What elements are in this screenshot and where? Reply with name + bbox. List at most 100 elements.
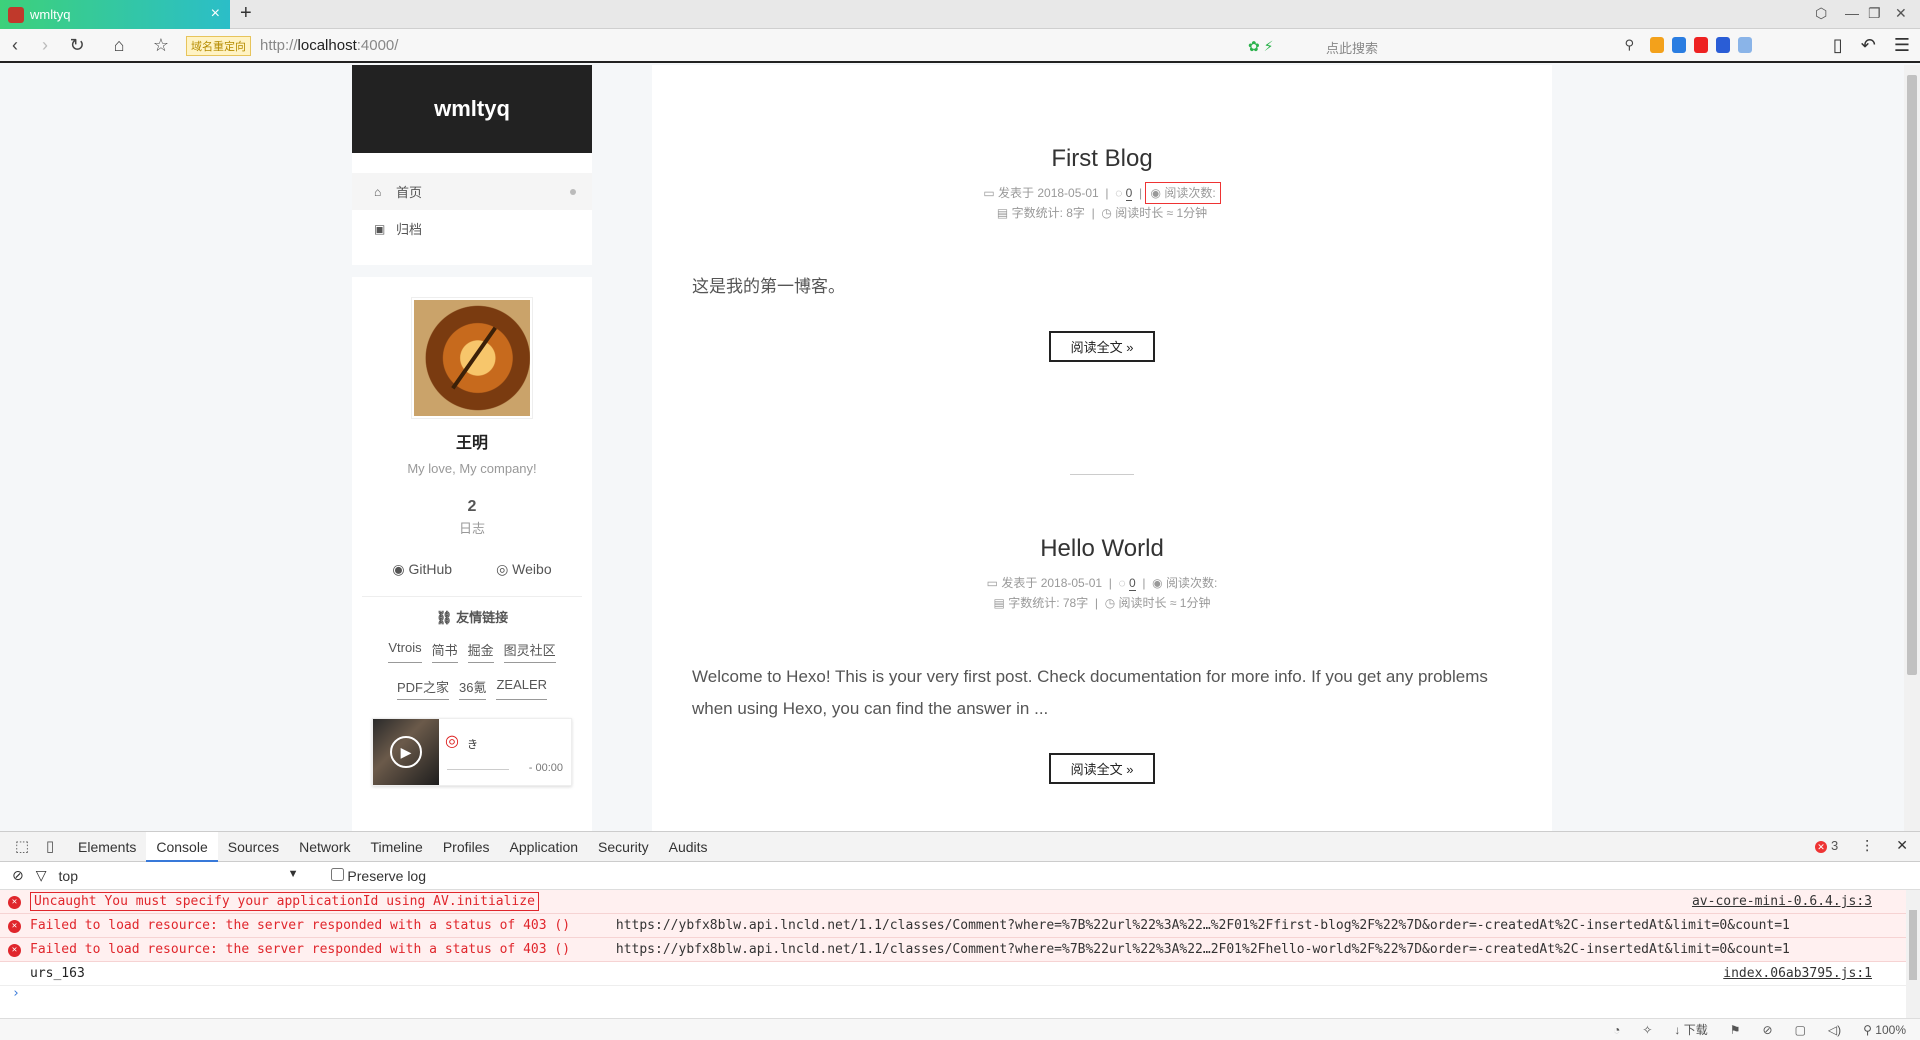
devtools-close-icon[interactable]: ✕ — [1896, 837, 1908, 854]
context-value: top — [58, 867, 78, 884]
tab-sources[interactable]: Sources — [218, 832, 289, 862]
bookmark-star-icon[interactable]: ☆ — [150, 35, 172, 56]
tab-elements[interactable]: Elements — [68, 832, 146, 862]
preserve-log-checkbox[interactable] — [330, 867, 344, 881]
resource-url[interactable]: https://ybfx8blw.api.lncld.net/1.1/class… — [616, 942, 1790, 957]
author-motto: My love, My company! — [407, 461, 537, 476]
menu-item-archive[interactable]: ▣ 归档 — [352, 210, 592, 247]
undo-icon[interactable]: ↶ — [1861, 35, 1876, 56]
blogroll-link[interactable]: Vtrois — [388, 640, 422, 663]
speed-icon[interactable]: ✿ ⚡ — [1248, 38, 1273, 55]
download-button[interactable]: ↓ 下载 — [1674, 1021, 1707, 1038]
site-brand[interactable]: wmltyq — [352, 65, 592, 153]
page-scrollbar[interactable] — [1904, 65, 1920, 831]
blogroll-link[interactable]: 掘金 — [467, 640, 494, 663]
error-counter[interactable]: ✕ 3 — [1815, 838, 1838, 853]
blogroll-link[interactable]: PDF之家 — [396, 677, 449, 700]
post-title[interactable]: First Blog — [652, 145, 1552, 173]
window-close-icon[interactable]: ✕ — [1895, 5, 1907, 22]
tab-profiles[interactable]: Profiles — [433, 832, 500, 862]
console-scrollbar[interactable] — [1906, 890, 1920, 1020]
blogroll-row: PDF之家 36氪 ZEALER — [352, 677, 592, 700]
preserve-log-toggle[interactable]: Preserve log — [311, 867, 426, 884]
url-field[interactable]: http://localhost:4000/ — [260, 37, 398, 54]
status-icon[interactable]: ▢ — [1795, 1023, 1806, 1037]
browser-tab[interactable]: wmltyq × — [0, 0, 230, 29]
reload-icon[interactable]: ↻ — [66, 35, 88, 56]
search-input[interactable]: 点此搜索 ⚲ — [1300, 34, 1640, 58]
play-icon[interactable]: ▶ — [390, 736, 422, 768]
console-prompt[interactable]: › — [0, 986, 1920, 1006]
scrollbar-thumb[interactable] — [1909, 910, 1917, 980]
github-link[interactable]: ◉ GitHub — [392, 561, 452, 578]
menu-item-home[interactable]: ⌂ 首页 — [352, 173, 592, 210]
device-toggle-icon[interactable]: ▯ — [40, 837, 60, 857]
inspect-icon[interactable]: ⬚ — [12, 837, 32, 857]
restore-icon[interactable]: ❐ — [1868, 5, 1881, 22]
tab-audits[interactable]: Audits — [659, 832, 718, 862]
tab-application[interactable]: Application — [500, 832, 589, 862]
blogroll-link[interactable]: 图灵社区 — [503, 640, 556, 663]
comment-count[interactable]: 0 — [1125, 186, 1133, 201]
zoom-control[interactable]: ⚲ 100% — [1863, 1023, 1906, 1037]
clock-icon: ◷ — [1101, 206, 1112, 220]
tab-security[interactable]: Security — [588, 832, 659, 862]
blogroll-link[interactable]: ZEALER — [496, 677, 548, 700]
progress-bar[interactable] — [447, 769, 509, 770]
tab-console[interactable]: Console — [146, 831, 218, 862]
read-more-button[interactable]: 阅读全文 » — [1048, 753, 1156, 784]
clear-console-icon[interactable]: ⊘ — [12, 867, 24, 884]
blogroll-link[interactable]: 36氪 — [458, 677, 487, 700]
skin-icon[interactable]: ⬡ — [1815, 5, 1827, 22]
menu-icon[interactable]: ☰ — [1894, 35, 1910, 56]
console-toolbar: ⊘ ▽ top ▼ Preserve log — [0, 862, 1920, 890]
status-icon[interactable]: ✧ — [1642, 1023, 1652, 1037]
resource-url[interactable]: https://ybfx8blw.api.lncld.net/1.1/class… — [616, 918, 1790, 933]
context-select[interactable]: top ▼ — [59, 868, 299, 884]
read-more-button[interactable]: 阅读全文 » — [1048, 331, 1156, 362]
extension-icon[interactable] — [1738, 37, 1752, 53]
views-label: 阅读次数: — [1165, 576, 1218, 590]
search-icon[interactable]: ⚲ — [1624, 37, 1634, 53]
apps-icon[interactable] — [1650, 37, 1664, 53]
extension-icon[interactable] — [1716, 37, 1730, 53]
home-icon[interactable]: ⌂ — [108, 35, 130, 56]
menu-item-label: 首页 — [396, 185, 423, 200]
forward-icon[interactable]: › — [34, 35, 56, 56]
word-count: 字数统计: 78字 — [1008, 596, 1089, 610]
reader-icon[interactable]: ▯ — [1833, 35, 1843, 56]
tab-network[interactable]: Network — [289, 832, 360, 862]
extension-icon[interactable] — [1672, 37, 1686, 53]
status-icon[interactable]: ⊘ — [1763, 1023, 1773, 1037]
more-options-icon[interactable]: ⋮ — [1860, 837, 1874, 854]
views-counter: ◉ 阅读次数: — [1145, 182, 1221, 204]
wordcount-icon: ▤ — [993, 596, 1005, 610]
menu-item-label: 归档 — [396, 222, 423, 237]
comment-count[interactable]: 0 — [1129, 576, 1136, 591]
post-excerpt: Welcome to Hexo! This is your very first… — [692, 667, 1488, 718]
status-icon[interactable]: ⚑ — [1730, 1023, 1741, 1037]
filter-icon[interactable]: ▽ — [36, 867, 47, 884]
sound-icon[interactable]: ◁) — [1828, 1023, 1841, 1037]
source-link[interactable]: av-core-mini-0.6.4.js:3 — [1692, 890, 1872, 914]
back-icon[interactable]: ‹ — [4, 35, 26, 56]
posts-label[interactable]: 日志 — [352, 518, 592, 537]
tab-timeline[interactable]: Timeline — [360, 832, 432, 862]
divider — [362, 596, 582, 597]
minimize-icon[interactable]: — — [1845, 5, 1859, 21]
read-time: 阅读时长 ≈ 1分钟 — [1118, 596, 1211, 610]
weibo-link[interactable]: ◎ Weibo — [496, 561, 552, 578]
url-rest: :4000/ — [356, 37, 399, 54]
posts-count[interactable]: 2 — [352, 498, 592, 516]
message-text: Uncaught You must specify your applicati… — [30, 892, 539, 911]
blogroll-link[interactable]: 简书 — [431, 640, 458, 663]
tab-close-icon[interactable]: × — [211, 5, 220, 23]
extension-icon[interactable] — [1694, 37, 1708, 53]
source-link[interactable]: index.06ab3795.js:1 — [1723, 962, 1872, 986]
post-title[interactable]: Hello World — [652, 535, 1552, 563]
redirect-badge[interactable]: 域名重定向 — [186, 36, 251, 56]
new-tab-button[interactable]: + — [240, 2, 252, 25]
status-icon[interactable]: ◔ — [1613, 1023, 1620, 1037]
post-list: First Blog ▭ 发表于 2018-05-01 | ◌ 0 | ◉ 阅读… — [652, 65, 1552, 831]
scrollbar-thumb[interactable] — [1907, 75, 1917, 675]
